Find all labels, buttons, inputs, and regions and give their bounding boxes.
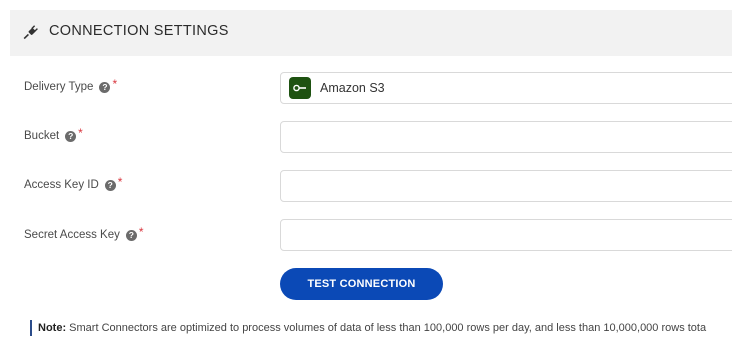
section-header: CONNECTION SETTINGS xyxy=(10,10,732,56)
access-key-id-label-text: Access Key ID xyxy=(24,179,99,191)
secret-access-key-input[interactable] xyxy=(280,219,732,251)
delivery-type-label: Delivery Type ? * xyxy=(24,77,118,94)
help-icon[interactable]: ? xyxy=(125,229,137,241)
bucket-label-text: Bucket xyxy=(24,130,60,142)
bucket-input[interactable] xyxy=(280,121,732,153)
required-mark: * xyxy=(138,225,144,239)
delivery-type-label-text: Delivery Type xyxy=(24,81,94,93)
note-text: Smart Connectors are optimized to proces… xyxy=(69,322,707,334)
access-key-id-label: Access Key ID ? * xyxy=(24,175,123,192)
access-key-id-input[interactable] xyxy=(280,170,732,202)
bucket-label: Bucket ? * xyxy=(24,126,83,143)
note-prefix: Note: xyxy=(38,322,67,334)
secret-access-key-label-text: Secret Access Key xyxy=(24,229,120,241)
secret-access-key-label: Secret Access Key ? * xyxy=(24,225,144,242)
amazon-s3-icon xyxy=(289,77,311,99)
required-mark: * xyxy=(112,77,118,91)
delivery-type-select[interactable]: Amazon S3 xyxy=(280,72,732,104)
help-icon[interactable]: ? xyxy=(65,130,77,142)
plug-icon xyxy=(23,25,38,40)
section-title: CONNECTION SETTINGS xyxy=(49,23,229,39)
test-connection-button[interactable]: TEST CONNECTION xyxy=(280,268,443,300)
required-mark: * xyxy=(78,126,83,140)
delivery-type-value: Amazon S3 xyxy=(320,81,385,95)
help-icon[interactable]: ? xyxy=(99,81,111,93)
required-mark: * xyxy=(117,175,123,189)
note-callout: Note: Smart Connectors are optimized to … xyxy=(30,320,732,336)
help-icon[interactable]: ? xyxy=(104,179,116,191)
